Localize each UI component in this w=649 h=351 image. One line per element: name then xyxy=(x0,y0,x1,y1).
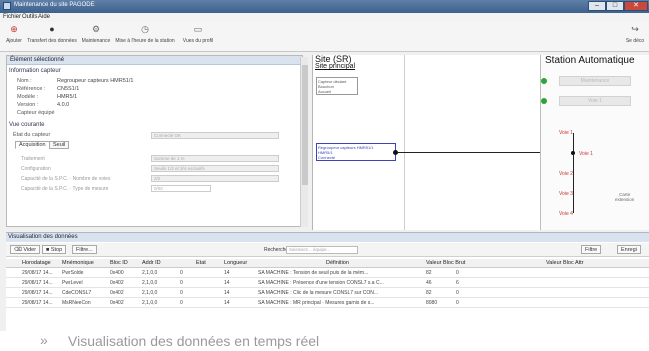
table-row[interactable]: 29/08/17 14... PwrSolde 0x400 2,1,0,0 0 … xyxy=(6,269,649,278)
alarm-item[interactable]: Voie 4 xyxy=(559,211,573,217)
tab-acquisition[interactable]: Acquisition xyxy=(15,141,50,149)
stop-button[interactable]: ■ Stop xyxy=(42,245,67,254)
logout-icon: ↪ xyxy=(631,24,639,34)
measure-type-field[interactable]: 0/00 xyxy=(151,185,211,192)
add-icon: ⊕ xyxy=(10,24,18,34)
sensor-node[interactable]: Capteur déclaré Bouchon Accueil xyxy=(316,77,358,95)
column-header[interactable]: Addr ID xyxy=(142,260,161,266)
column-header[interactable]: Valeur Bloc Attr xyxy=(546,260,584,266)
alarm-item[interactable]: Voie 2 xyxy=(559,171,573,177)
menu-bar: Fichier Outils Aide xyxy=(0,13,649,22)
extension-card-caption: Carte extension xyxy=(615,192,635,202)
app-icon xyxy=(3,2,11,10)
view-icon: ▭ xyxy=(193,24,203,34)
save-button[interactable]: Enregi xyxy=(617,245,641,254)
info-row: Capteur équipé xyxy=(17,110,55,116)
filter-menu-button[interactable]: Filtre... xyxy=(72,245,97,254)
tab-seuil[interactable]: Seuil xyxy=(49,141,70,149)
table-row[interactable]: 29/08/17 14... MsRNeeCon 0x402 2,1,0,0 0… xyxy=(6,299,649,308)
menu-aide[interactable]: Aide xyxy=(38,14,50,20)
form-label: Configuration xyxy=(21,166,51,172)
station-panel: Station Automatique Maintenance Voie 1 V… xyxy=(540,55,649,230)
clear-icon: ⌫ xyxy=(14,247,24,253)
selected-element-panel: Élément sélectionné Information capteur … xyxy=(6,55,303,227)
add-button[interactable]: ⊕ Ajouter xyxy=(6,24,22,50)
column-header[interactable]: Etat xyxy=(196,260,206,266)
left-panel-scrollbar[interactable] xyxy=(300,57,308,227)
alarm-item[interactable]: Voie 1 xyxy=(559,130,573,136)
data-visualization-pane: Visualisation des données ⌫ Vider ■ Stop… xyxy=(6,232,649,331)
site-diagram: Site (SR) Site principal Capteur déclaré… xyxy=(312,55,649,230)
transfer-button[interactable]: ● Transfert des données xyxy=(26,24,78,50)
state-label: État du capteur xyxy=(13,132,51,138)
clock-icon: ◷ xyxy=(141,24,149,34)
column-header[interactable]: Horodatage xyxy=(22,260,51,266)
alarm-wire xyxy=(573,133,574,213)
column-header[interactable]: Bloc ID xyxy=(110,260,128,266)
selected-sensor-node[interactable]: Regroupeur capteurs HMR51/1 HMR5/1 Conne… xyxy=(316,143,396,161)
connection-line xyxy=(398,152,563,153)
traitement-field[interactable]: Somme de 1 m xyxy=(151,155,279,162)
search-input[interactable]: Saisissez... équipe... xyxy=(286,246,358,254)
form-label: Traitement xyxy=(21,156,45,162)
scrollbar-thumb[interactable] xyxy=(302,65,308,185)
menu-outils[interactable]: Outils xyxy=(22,14,37,20)
configuration-field[interactable]: Seuils 1/2 et 3/4 exclusifs xyxy=(151,165,279,172)
table-row[interactable]: 29/08/17 14... CdeCONSL7 0x402 2,1,0,0 0… xyxy=(6,289,649,298)
column-header[interactable]: Longueur xyxy=(224,260,247,266)
data-pane-title: Visualisation des données xyxy=(6,233,649,242)
state-field[interactable]: Connecté OK xyxy=(151,132,279,139)
panel-title: Élément sélectionné xyxy=(7,56,302,65)
chevron-right-icon: » xyxy=(40,332,48,348)
menu-fichier[interactable]: Fichier xyxy=(3,14,21,20)
info-row: Nom : Regroupeur capteurs HMR51/1 xyxy=(17,78,134,84)
logout-button[interactable]: ↪ Se déco xyxy=(622,24,648,50)
column-header[interactable]: Valeur Bloc Brut xyxy=(426,260,465,266)
live-section-title: Vue courante xyxy=(9,122,45,128)
column-header[interactable]: Mnémonique xyxy=(62,260,94,266)
transfer-icon: ● xyxy=(49,24,55,34)
profile-view-button[interactable]: ▭ Vues du profil xyxy=(178,24,218,50)
station-time-button[interactable]: ◷ Mise à l'heure de la station xyxy=(114,24,176,50)
table-row[interactable]: 29/08/17 14... PwrLevel 0x402 2,1,0,0 0 … xyxy=(6,279,649,288)
station-junction xyxy=(571,151,575,155)
form-label: Capacité de la S.P.C. · Type de mesure xyxy=(21,186,109,192)
info-row: Modèle : HMR5/1 xyxy=(17,94,78,100)
info-row: Référence : CN5S1/1 xyxy=(17,86,80,92)
site-sub-label: Site principal xyxy=(315,63,356,70)
column-header[interactable]: Définition xyxy=(326,260,349,266)
table-header: Horodatage Mnémonique Bloc ID Addr ID Et… xyxy=(6,259,649,268)
info-row: Version : 4.0.0 xyxy=(17,102,70,108)
channel-count-field[interactable]: 2/2 xyxy=(151,175,279,182)
window-title: Maintenance du site PAGODE xyxy=(14,2,95,8)
data-toolbar: ⌫ Vider ■ Stop Filtre... Rechercher Sais… xyxy=(6,243,649,257)
application-window: Maintenance du site PAGODE – □ ✕ Fichier… xyxy=(0,0,649,331)
channel-button[interactable]: Voie 1 xyxy=(559,96,631,106)
site-label: Site (SR) xyxy=(315,54,352,64)
alarm-item[interactable]: Voie 3 xyxy=(559,191,573,197)
maximize-button[interactable]: □ xyxy=(606,1,624,11)
status-dot xyxy=(541,98,547,104)
status-dot xyxy=(541,78,547,84)
title-bar: Maintenance du site PAGODE – □ ✕ xyxy=(0,0,649,13)
filter-button[interactable]: Filtre xyxy=(581,245,602,254)
maintenance-station-button[interactable]: Maintenance xyxy=(559,76,631,86)
toolbar: ⊕ Ajouter ● Transfert des données ⚙ Main… xyxy=(0,22,649,52)
info-section-title: Information capteur xyxy=(9,68,61,74)
maintenance-button[interactable]: ⚙ Maintenance xyxy=(80,24,112,50)
caption-text: Visualisation des données en temps réel xyxy=(68,333,320,349)
minimize-button[interactable]: – xyxy=(588,1,606,11)
station-title: Station Automatique xyxy=(545,55,635,66)
figure-caption: » Visualisation des données en temps rée… xyxy=(0,331,649,351)
clear-button[interactable]: ⌫ Vider xyxy=(10,245,41,254)
form-label: Capacité de la S.P.C. · Nombre de voies xyxy=(21,176,111,182)
alarm-item[interactable]: Voie 1 xyxy=(579,151,593,157)
gear-icon: ⚙ xyxy=(91,24,101,34)
close-button[interactable]: ✕ xyxy=(624,1,648,11)
